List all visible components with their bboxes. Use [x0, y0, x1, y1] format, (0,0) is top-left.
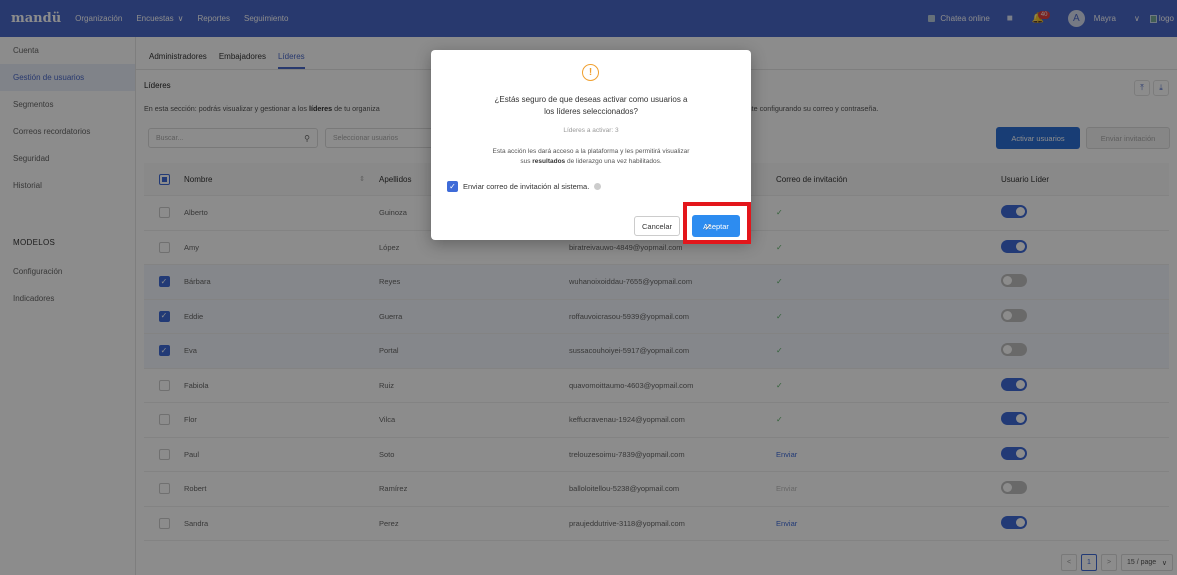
- send-invitation-checkbox[interactable]: ✓: [447, 181, 458, 192]
- checkbox-label[interactable]: Enviar correo de invitación al sistema.: [463, 182, 589, 191]
- desc-line: Esta acción les dará acceso a la platafo…: [492, 148, 690, 155]
- desc-bold: resultados: [532, 158, 566, 165]
- dialog-question: ¿Estás seguro de que deseas activar como…: [461, 94, 721, 118]
- warning-icon: !: [582, 64, 599, 81]
- dialog-count: Líderes a activar: 3: [563, 127, 619, 134]
- question-line: ¿Estás seguro de que deseas activar como…: [494, 95, 688, 104]
- highlight-box: [683, 202, 751, 244]
- info-icon[interactable]: [594, 183, 602, 190]
- mouse-cursor-icon: ➚: [704, 222, 713, 233]
- send-invitation-checkbox-row: ✓ Enviar correo de invitación al sistema…: [447, 181, 602, 192]
- desc-line: de liderazgo una vez habilitados.: [565, 158, 662, 165]
- question-line: los líderes seleccionados?: [544, 107, 638, 116]
- cancel-button[interactable]: Cancelar: [634, 216, 680, 236]
- desc-line: sus: [520, 158, 533, 165]
- dialog-description: Esta acción les dará acceso a la platafo…: [461, 147, 721, 167]
